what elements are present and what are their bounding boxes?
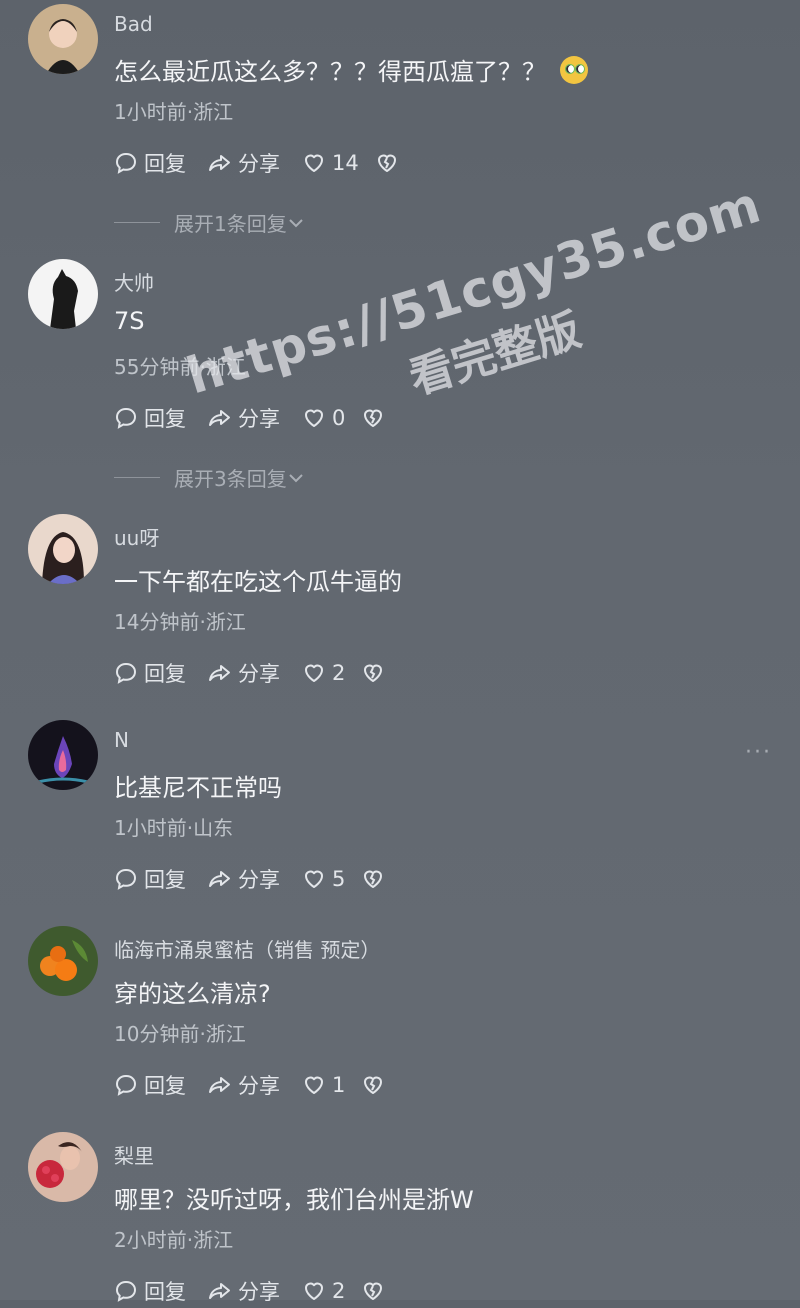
- dislike-button[interactable]: [375, 151, 405, 175]
- avatar[interactable]: [28, 259, 98, 329]
- reply-icon: [115, 152, 137, 174]
- username[interactable]: 临海市涌泉蜜桔（销售 预定）: [114, 934, 380, 963]
- chevron-down-icon: [289, 218, 303, 227]
- expand-replies-link[interactable]: 展开1条回复: [114, 208, 305, 237]
- comment-text: 比基尼不正常吗: [114, 774, 282, 802]
- heart-icon: [305, 409, 323, 427]
- reply-icon: [115, 662, 137, 684]
- like-count: 0: [332, 406, 346, 430]
- reply-icon: [115, 868, 137, 890]
- dislike-button[interactable]: [361, 661, 391, 685]
- comment-text: 怎么最近瓜这么多？？？得西瓜瘟了？？: [114, 52, 588, 87]
- broken-heart-icon: [364, 1076, 383, 1094]
- username[interactable]: N: [114, 728, 129, 752]
- reply-button[interactable]: 回复: [114, 148, 186, 178]
- dislike-button[interactable]: [361, 867, 391, 891]
- like-button[interactable]: 14: [302, 151, 359, 175]
- reply-button[interactable]: 回复: [114, 1276, 186, 1306]
- comment-text: 穿的这么清凉?: [114, 980, 271, 1008]
- broken-heart-icon: [364, 664, 383, 682]
- like-button[interactable]: 2: [302, 1279, 345, 1303]
- share-icon: [209, 1283, 230, 1299]
- dislike-button[interactable]: [361, 1073, 391, 1097]
- share-icon: [209, 1077, 230, 1093]
- broken-heart-icon: [364, 409, 383, 427]
- comment-text: 7S: [114, 307, 145, 335]
- heart-icon: [305, 1076, 323, 1094]
- comment-actions: 回复 分享 0: [114, 401, 413, 435]
- like-button[interactable]: 5: [302, 867, 345, 891]
- like-count: 1: [332, 1073, 346, 1097]
- rolling-eyes-emoji-icon: [560, 55, 588, 84]
- like-count: 14: [332, 151, 359, 175]
- share-button[interactable]: 分享: [208, 1070, 280, 1100]
- share-icon: [209, 665, 230, 681]
- reply-icon: [115, 1280, 137, 1302]
- comment-meta: 10分钟前·浙江: [114, 1022, 246, 1046]
- share-icon: [209, 155, 230, 171]
- comment-text: 一下午都在吃这个瓜牛逼的: [114, 568, 402, 596]
- heart-icon: [305, 1282, 323, 1300]
- dislike-button[interactable]: [361, 406, 391, 430]
- username[interactable]: Bad: [114, 12, 153, 36]
- username[interactable]: uu呀: [114, 522, 159, 551]
- reply-icon: [115, 407, 137, 429]
- username[interactable]: 大帅: [114, 267, 154, 296]
- like-button[interactable]: 2: [302, 661, 345, 685]
- share-icon: [209, 410, 230, 426]
- share-button[interactable]: 分享: [208, 148, 280, 178]
- reply-button[interactable]: 回复: [114, 864, 186, 894]
- broken-heart-icon: [364, 1282, 383, 1300]
- reply-button[interactable]: 回复: [114, 658, 186, 688]
- more-options-icon[interactable]: ···: [745, 740, 772, 765]
- comment-actions: 回复 分享 2: [114, 656, 413, 690]
- comment-actions: 回复 分享 5: [114, 862, 413, 896]
- heart-icon: [305, 664, 323, 682]
- share-icon: [209, 871, 230, 887]
- chevron-down-icon: [289, 473, 303, 482]
- share-button[interactable]: 分享: [208, 658, 280, 688]
- username[interactable]: 梨里: [114, 1140, 154, 1169]
- like-button[interactable]: 0: [302, 406, 345, 430]
- dislike-button[interactable]: [361, 1279, 391, 1303]
- comment-text: 哪里？没听过呀，我们台州是浙W: [114, 1186, 474, 1214]
- heart-icon: [305, 870, 323, 888]
- like-button[interactable]: 1: [302, 1073, 345, 1097]
- share-button[interactable]: 分享: [208, 864, 280, 894]
- avatar[interactable]: [28, 926, 98, 996]
- broken-heart-icon: [377, 154, 396, 172]
- comment-actions: 回复 分享 1: [114, 1068, 413, 1102]
- divider: [114, 477, 160, 478]
- avatar[interactable]: [28, 514, 98, 584]
- comment-meta: 14分钟前·浙江: [114, 610, 246, 634]
- comment-actions: 回复 分享 2: [114, 1274, 413, 1308]
- comment-meta: 2小时前·浙江: [114, 1228, 234, 1252]
- reply-button[interactable]: 回复: [114, 1070, 186, 1100]
- comment-meta: 1小时前·浙江: [114, 100, 234, 124]
- share-button[interactable]: 分享: [208, 403, 280, 433]
- avatar[interactable]: [28, 4, 98, 74]
- heart-icon: [305, 154, 323, 172]
- expand-replies-link[interactable]: 展开3条回复: [114, 463, 305, 492]
- broken-heart-icon: [364, 870, 383, 888]
- reply-icon: [115, 1074, 137, 1096]
- avatar[interactable]: [28, 720, 98, 790]
- share-button[interactable]: 分享: [208, 1276, 280, 1306]
- comment-meta: 55分钟前·浙江: [114, 355, 246, 379]
- like-count: 2: [332, 661, 346, 685]
- reply-button[interactable]: 回复: [114, 403, 186, 433]
- avatar[interactable]: [28, 1132, 98, 1202]
- like-count: 2: [332, 1279, 346, 1303]
- like-count: 5: [332, 867, 346, 891]
- divider: [114, 222, 160, 223]
- comment-meta: 1小时前·山东: [114, 816, 234, 840]
- comment-actions: 回复 分享 14: [114, 146, 427, 180]
